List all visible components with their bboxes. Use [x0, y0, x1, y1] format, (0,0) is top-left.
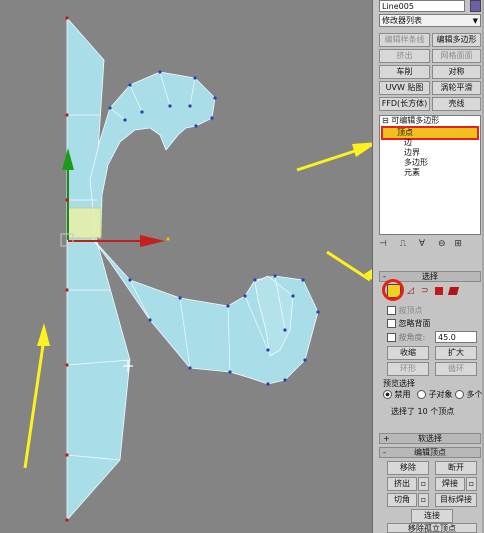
modifier-stack[interactable]: ⊟ 可编辑多边形 顶点 边 边界 多边形 元素	[379, 115, 481, 235]
ffd-box-button[interactable]: FFD(长方体)	[379, 97, 430, 111]
stack-item-polygon[interactable]: 多边形	[380, 158, 480, 168]
shrink-button[interactable]: 收缩	[387, 346, 429, 360]
target-weld-button[interactable]: 目标焊接	[435, 493, 477, 507]
polygon-mode-icon[interactable]	[435, 287, 443, 295]
by-vertex-option[interactable]: 按顶点	[387, 305, 423, 316]
configure-sets-icon[interactable]: ⊞	[454, 239, 462, 249]
grow-button[interactable]: 扩大	[435, 346, 477, 360]
stack-item-editable-poly[interactable]: ⊟ 可编辑多边形	[380, 116, 480, 126]
preview-option-subobject[interactable]: 子对象	[417, 389, 453, 400]
symmetry-button[interactable]: 对称	[432, 65, 481, 79]
angle-value-field[interactable]: 45.0	[435, 331, 477, 343]
turbosmooth-button[interactable]: 涡轮平滑	[432, 81, 481, 95]
extrude-face-button[interactable]: 网格面面	[432, 49, 481, 63]
stack-item-edge[interactable]: 边	[380, 138, 480, 148]
extrude-vertex-button[interactable]: 挤出	[387, 477, 417, 491]
connect-button[interactable]: 连接	[411, 509, 453, 523]
chamfer-settings-icon[interactable]: ▫	[418, 493, 429, 507]
preview-selection-label: 预览选择	[383, 379, 415, 388]
object-name-field[interactable]: Line005	[379, 0, 465, 12]
edit-vertices-rollout-header[interactable]: - 编辑顶点	[379, 447, 481, 458]
pin-stack-icon[interactable]: ⊣	[379, 239, 387, 249]
remove-isolated-vertices-button[interactable]: 移除孤立顶点	[387, 523, 477, 533]
weld-settings-icon[interactable]: ▫	[466, 477, 477, 491]
viewport[interactable]	[0, 0, 372, 533]
preview-option-off[interactable]: 禁用	[383, 389, 411, 400]
break-vertex-button[interactable]: 断开	[435, 461, 477, 475]
border-mode-icon[interactable]: ⊃	[421, 286, 429, 296]
selection-status: 选择了 10 个顶点	[391, 407, 455, 416]
loop-button[interactable]: 循环	[435, 362, 477, 376]
viewport-scene[interactable]	[0, 0, 372, 533]
chamfer-button[interactable]: 切角	[387, 493, 417, 507]
annotation-circle	[382, 279, 404, 301]
command-panel: Line005 修改器列表 ▼ 编辑样条线 编辑多边形 挤出 网格面面 车削 对…	[372, 0, 484, 533]
ignore-backfacing-option[interactable]: 忽略背面	[387, 318, 431, 329]
weld-button[interactable]: 焊接	[435, 477, 465, 491]
stack-item-element[interactable]: 元素	[380, 168, 480, 178]
extrude-settings-icon[interactable]: ▫	[418, 477, 429, 491]
preview-option-multi[interactable]: 多个	[455, 389, 483, 400]
element-mode-icon[interactable]	[447, 287, 460, 295]
uvw-map-button[interactable]: UVW 贴图	[379, 81, 430, 95]
stack-toolbar: ⊣ ⎍ ∀ ⊖ ⊞	[379, 239, 481, 251]
edge-mode-icon[interactable]: ◿	[407, 286, 414, 296]
soft-selection-rollout-header[interactable]: + 软选择	[379, 433, 481, 444]
lathe-button[interactable]: 车削	[379, 65, 430, 79]
make-unique-icon[interactable]: ∀	[419, 239, 425, 249]
modifier-list-dropdown[interactable]: 修改器列表 ▼	[379, 14, 481, 27]
by-angle-option[interactable]: 按角度:	[387, 332, 425, 343]
ring-button[interactable]: 环形	[387, 362, 429, 376]
chevron-down-icon: ▼	[472, 17, 478, 25]
extrude-button[interactable]: 挤出	[379, 49, 430, 63]
remove-vertex-button[interactable]: 移除	[387, 461, 429, 475]
object-color-swatch[interactable]	[470, 0, 481, 12]
shell-button[interactable]: 壳线	[432, 97, 481, 111]
edit-spline-button[interactable]: 编辑样条线	[379, 33, 430, 47]
edit-poly-button[interactable]: 编辑多边形	[432, 33, 481, 47]
modifier-list-label: 修改器列表	[382, 16, 422, 25]
remove-modifier-icon[interactable]: ⊖	[438, 239, 446, 249]
stack-item-border[interactable]: 边界	[380, 148, 480, 158]
mesh-upper-curl	[89, 71, 216, 237]
show-end-result-icon[interactable]: ⎍	[400, 239, 406, 249]
